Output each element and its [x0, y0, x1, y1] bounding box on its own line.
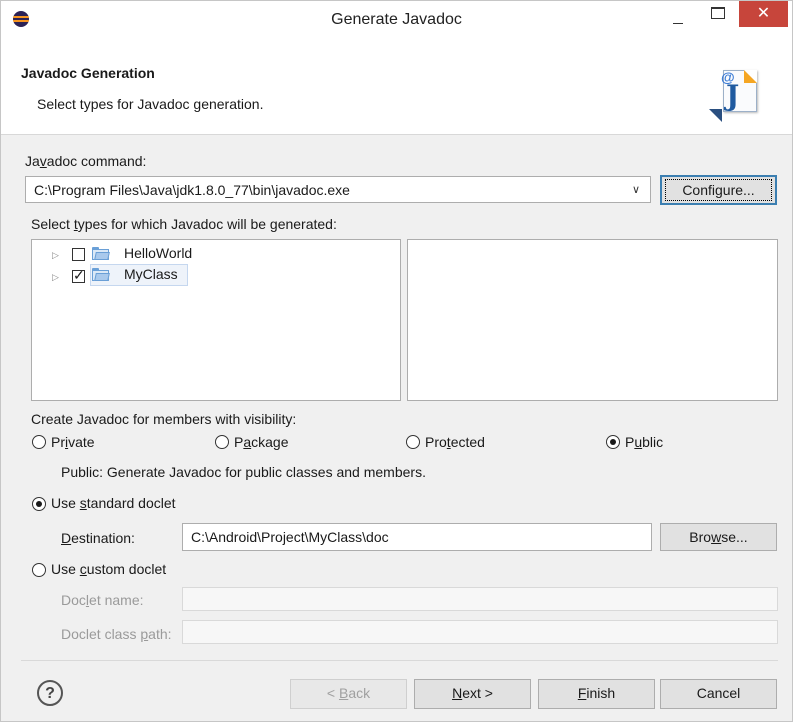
package-radio[interactable]: [215, 435, 229, 449]
minimize-button[interactable]: [671, 13, 685, 27]
tree-item-myclass[interactable]: MyClass: [124, 266, 178, 282]
page-title: Javadoc Generation: [21, 65, 155, 81]
doclet-name-field[interactable]: [182, 587, 778, 611]
myclass-checkbox[interactable]: [72, 267, 85, 284]
standard-doclet-radio[interactable]: [32, 497, 46, 511]
package-radio-label[interactable]: Package: [234, 434, 289, 450]
members-list[interactable]: [407, 239, 778, 401]
destination-label: Destination:: [61, 530, 135, 546]
finish-button[interactable]: Finish: [538, 679, 655, 709]
maximize-button[interactable]: [711, 7, 725, 19]
javadoc-command-combo[interactable]: C:\Program Files\Java\jdk1.8.0_77\bin\ja…: [25, 176, 651, 203]
private-radio[interactable]: [32, 435, 46, 449]
footer-divider: [21, 660, 778, 661]
doclet-path-field[interactable]: [182, 620, 778, 644]
custom-doclet-radio[interactable]: [32, 563, 46, 577]
title-bar: Generate Javadoc ✕: [1, 1, 792, 39]
doclet-name-label: Doclet name:: [61, 592, 144, 608]
standard-doclet-label[interactable]: Use standard doclet: [51, 495, 176, 511]
public-radio[interactable]: [606, 435, 620, 449]
custom-doclet-label[interactable]: Use custom doclet: [51, 561, 166, 577]
package-folder-icon: [92, 247, 110, 260]
configure-button[interactable]: Configure...: [660, 175, 777, 205]
javadoc-command-label: Javadoc command:: [25, 153, 147, 169]
protected-radio-label[interactable]: Protected: [425, 434, 485, 450]
chevron-down-icon[interactable]: ∨: [632, 183, 644, 196]
protected-radio[interactable]: [406, 435, 420, 449]
generate-javadoc-dialog: Generate Javadoc ✕ Javadoc Generation Se…: [0, 0, 793, 722]
wizard-header: [1, 39, 792, 135]
private-radio-label[interactable]: Private: [51, 434, 95, 450]
expand-arrow-icon[interactable]: ▷: [52, 250, 59, 261]
page-subtitle: Select types for Javadoc generation.: [37, 96, 264, 112]
destination-value: C:\Android\Project\MyClass\doc: [191, 529, 389, 545]
help-icon[interactable]: ?: [37, 680, 63, 706]
back-button[interactable]: < Back: [290, 679, 407, 709]
types-tree[interactable]: ▷ HelloWorld ▷ MyClass: [31, 239, 401, 401]
package-folder-icon: [92, 268, 110, 281]
doclet-path-label: Doclet class path:: [61, 626, 172, 642]
browse-button[interactable]: Browse...: [660, 523, 777, 551]
close-button[interactable]: ✕: [739, 1, 788, 27]
types-label: Select types for which Javadoc will be g…: [31, 216, 337, 232]
cancel-button[interactable]: Cancel: [660, 679, 777, 709]
destination-field[interactable]: C:\Android\Project\MyClass\doc: [182, 523, 652, 551]
next-button[interactable]: Next >: [414, 679, 531, 709]
tree-item-helloworld[interactable]: HelloWorld: [124, 245, 192, 261]
public-radio-label[interactable]: Public: [625, 434, 663, 450]
expand-arrow-icon[interactable]: ▷: [52, 272, 59, 283]
helloworld-checkbox[interactable]: [72, 248, 85, 261]
visibility-description: Public: Generate Javadoc for public clas…: [61, 464, 426, 480]
javadoc-command-value: C:\Program Files\Java\jdk1.8.0_77\bin\ja…: [34, 182, 350, 198]
visibility-label: Create Javadoc for members with visibili…: [31, 411, 297, 427]
javadoc-wizard-icon: @ J: [709, 67, 765, 127]
